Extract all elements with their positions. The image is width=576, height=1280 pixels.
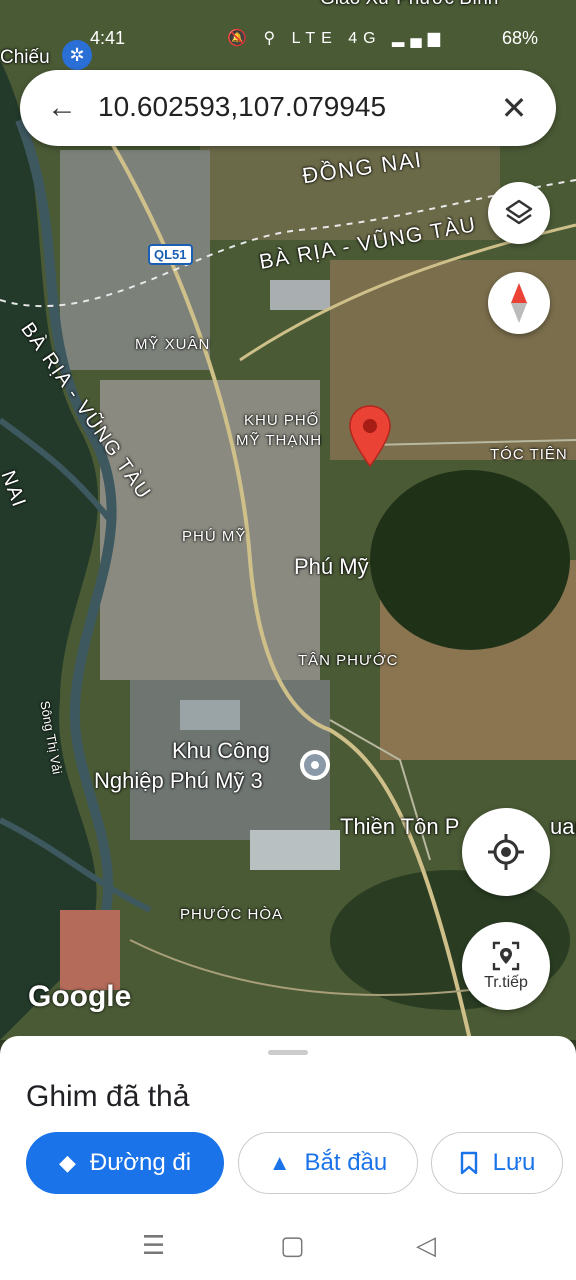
start-label: Bắt đầu — [304, 1149, 388, 1176]
directions-icon: ◆ — [58, 1150, 76, 1175]
map-label-khu-pho: KHU PHỐ — [244, 412, 320, 429]
system-nav-bar: ☰ ▢ ◁ — [0, 1212, 576, 1280]
home-icon[interactable]: ▢ — [280, 1230, 305, 1261]
compass-button[interactable] — [488, 272, 550, 334]
map-label-toc-tien: TÓC TIÊN — [490, 446, 568, 463]
status-bar: 4:41 🔕 ⚲ LTE 4G ▂▄▆ 68% — [0, 0, 576, 60]
highway-shield-ql51: QL51 — [148, 244, 193, 265]
crosshair-icon — [488, 834, 524, 870]
recents-icon[interactable]: ☰ — [142, 1230, 165, 1261]
map-label-my-xuan: MỸ XUÂN — [135, 336, 211, 353]
status-icons: 🔕 ⚲ LTE 4G ▂▄▆ — [227, 30, 446, 47]
map-label-phu-my: Phú Mỹ — [294, 554, 369, 579]
status-time: 4:41 — [90, 28, 126, 48]
battery-level: 68% — [501, 28, 538, 48]
map-label-khu-cong-nghiep-line2: Nghiệp Phú Mỹ 3 — [94, 768, 263, 793]
bookmark-icon — [460, 1151, 477, 1175]
save-label: Lưu — [492, 1149, 536, 1176]
map-label-khu-cong-nghiep-line1: Khu Công — [172, 738, 270, 763]
start-button[interactable]: ▲ Bắt đầu — [238, 1132, 418, 1194]
map-label-my-thanh: MỸ THẠNH — [236, 432, 323, 449]
sheet-title: Ghim đã thả — [26, 1080, 190, 1113]
layers-icon — [505, 199, 533, 225]
compass-icon — [511, 283, 527, 323]
map-label-phuoc-hoa: PHƯỚC HÒA — [180, 906, 284, 923]
search-bar[interactable]: ← 10.602593,107.079945 ✕ — [20, 70, 556, 146]
my-location-button[interactable] — [462, 808, 550, 896]
map-label-tan-phuoc: TÂN PHƯỚC — [298, 652, 399, 669]
sheet-drag-handle[interactable] — [268, 1050, 308, 1055]
layers-button[interactable] — [488, 182, 550, 244]
map-label-phu-my-small: PHÚ MỸ — [182, 528, 247, 545]
dropped-pin-icon[interactable] — [348, 404, 392, 468]
back-arrow-icon[interactable]: ← — [42, 88, 82, 128]
live-view-label: Tr.tiếp — [484, 974, 528, 991]
search-query[interactable]: 10.602593,107.079945 — [98, 91, 386, 123]
google-watermark: Google — [28, 980, 132, 1013]
directions-label: Đường đi — [89, 1149, 192, 1176]
close-icon[interactable]: ✕ — [494, 88, 534, 128]
back-icon[interactable]: ◁ — [416, 1230, 436, 1261]
map-label-thien-ton: Thiền Tôn P — [340, 814, 460, 839]
directions-button[interactable]: ◆ Đường đi — [26, 1132, 224, 1194]
place-marker-icon[interactable] — [298, 748, 332, 782]
live-view-icon — [492, 941, 520, 971]
map-label-thien-ton-end: uan — [550, 814, 576, 839]
live-view-button[interactable]: Tr.tiếp — [462, 922, 550, 1010]
save-button[interactable]: Lưu — [431, 1132, 563, 1194]
navigation-arrow-icon: ▲ — [268, 1150, 291, 1175]
